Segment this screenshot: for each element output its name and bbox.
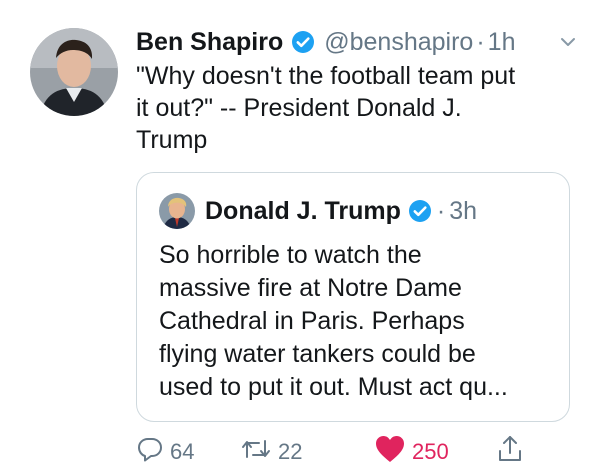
quoted-text-line: massive fire at Notre Dame — [159, 274, 462, 302]
share-button[interactable] — [496, 432, 524, 472]
verified-badge-icon — [291, 30, 315, 54]
tweet-text-line: "Why doesn't the football team put — [136, 62, 516, 90]
quoted-tweet-card[interactable]: Donald J. Trump · 3h So horrible to watc… — [136, 172, 570, 422]
like-button[interactable]: 250 — [374, 432, 449, 472]
separator-dot: · — [436, 196, 446, 225]
tweet-actions-bar: 64 22 250 — [136, 432, 576, 472]
tweet-text-line: Trump — [136, 126, 208, 154]
author-handle[interactable]: @benshapiro — [324, 28, 473, 57]
chevron-down-icon[interactable] — [558, 32, 578, 52]
quoted-text-line: So horrible to watch the — [159, 241, 422, 269]
heart-filled-icon — [374, 434, 406, 470]
tweet-text: "Why doesn't the football team put it ou… — [136, 60, 576, 156]
reply-count: 64 — [170, 439, 195, 464]
quoted-text-line: flying water tankers could be — [159, 340, 476, 368]
separator-dot: · — [476, 27, 485, 56]
tweet-timestamp[interactable]: 1h — [488, 28, 516, 57]
tweet-text-line: it out?" -- President Donald J. — [136, 94, 462, 122]
retweet-count: 22 — [278, 439, 303, 464]
like-count: 250 — [412, 439, 449, 464]
tweet-header: Ben Shapiro @benshapiro · 1h — [136, 24, 578, 60]
quoted-tweet-header: Donald J. Trump · 3h — [159, 193, 477, 229]
quoted-tweet-timestamp: 3h — [449, 196, 477, 225]
reply-button[interactable]: 64 — [136, 432, 194, 472]
quoted-text-line: used to put it out. Must act qu... — [159, 373, 508, 401]
retweet-button[interactable]: 22 — [240, 432, 302, 472]
reply-bubble-icon — [136, 435, 164, 469]
retweet-icon — [240, 435, 272, 469]
author-avatar[interactable] — [30, 28, 118, 116]
author-name[interactable]: Ben Shapiro — [136, 28, 283, 57]
quoted-author-avatar — [159, 193, 195, 229]
verified-badge-icon — [408, 199, 432, 223]
quoted-tweet-text: So horrible to watch the massive fire at… — [159, 239, 559, 404]
quoted-text-line: Cathedral in Paris. Perhaps — [159, 307, 465, 335]
share-upload-icon — [496, 434, 524, 470]
quoted-author-name[interactable]: Donald J. Trump — [205, 197, 401, 226]
